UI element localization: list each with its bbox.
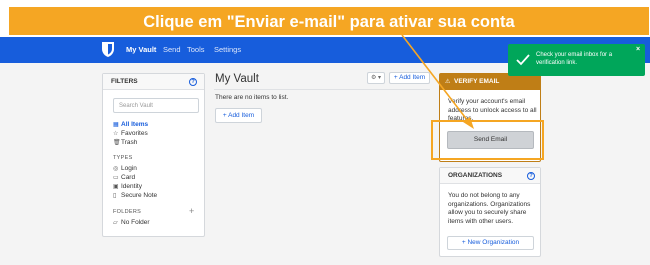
verify-email-title: VERIFY EMAIL xyxy=(454,78,500,85)
filter-trash[interactable]: 🗑Trash xyxy=(113,139,137,146)
gear-icon: ⚙ ▾ xyxy=(370,75,382,81)
filter-type-card[interactable]: ▭ Card xyxy=(113,174,135,181)
globe-icon: ◎ xyxy=(113,166,119,172)
search-vault-input[interactable]: Search Vault xyxy=(113,98,199,113)
filter-no-folder[interactable]: ▱ No Folder xyxy=(113,219,150,226)
trash-icon: 🗑 xyxy=(113,140,121,146)
page-title: My Vault xyxy=(215,73,259,85)
filter-type-identity[interactable]: ▣ Identity xyxy=(113,183,142,190)
new-organization-button[interactable]: + New Organization xyxy=(447,236,534,250)
filter-type-login[interactable]: ◎ Login xyxy=(113,165,137,172)
help-icon[interactable]: ? xyxy=(189,78,197,86)
star-icon: ☆ xyxy=(113,131,119,137)
add-item-button[interactable]: + Add Item xyxy=(215,108,262,123)
add-folder-icon[interactable]: + xyxy=(189,206,194,216)
organizations-title: ORGANIZATIONS xyxy=(448,172,503,179)
success-toast[interactable]: Check your email inbox for a verificatio… xyxy=(508,44,645,76)
types-heading: TYPES xyxy=(113,155,133,161)
filters-panel: FILTERS ? Search Vault ▦ All Items ☆ Favor… xyxy=(102,73,205,237)
checkmark-icon xyxy=(516,54,530,66)
organizations-text: You do not belong to any organizations. … xyxy=(448,192,531,225)
organizations-header: ORGANIZATIONS ? xyxy=(440,168,540,184)
empty-vault-message: There are no items to list. xyxy=(215,94,289,101)
nav-settings[interactable]: Settings xyxy=(214,45,241,54)
content-area xyxy=(0,63,650,265)
organizations-panel: ORGANIZATIONS ? You do not belong to any… xyxy=(439,167,541,257)
card-icon: ▭ xyxy=(113,175,119,181)
nav-send[interactable]: Send xyxy=(163,45,181,54)
folder-icon: ▱ xyxy=(113,220,118,226)
grid-icon: ▦ xyxy=(113,122,119,128)
close-icon[interactable]: × xyxy=(636,46,640,53)
toast-message: Check your email inbox for a verificatio… xyxy=(536,52,613,66)
help-icon[interactable]: ? xyxy=(527,172,535,180)
instruction-banner: Clique em "Enviar e-mail" para ativar su… xyxy=(9,7,649,35)
gear-dropdown-button[interactable]: ⚙ ▾ xyxy=(367,72,385,84)
divider xyxy=(214,89,430,90)
instruction-banner-text: Clique em "Enviar e-mail" para ativar su… xyxy=(143,13,515,31)
header-add-item-button[interactable]: + Add Item xyxy=(389,72,430,84)
bitwarden-shield-icon[interactable] xyxy=(101,41,115,58)
note-icon: ▯ xyxy=(113,193,117,199)
filter-favorites[interactable]: ☆ Favorites xyxy=(113,130,148,137)
warning-icon: ⚠ xyxy=(445,79,451,85)
verify-email-header: ⚠ VERIFY EMAIL xyxy=(440,74,540,90)
nav-my-vault[interactable]: My Vault xyxy=(126,45,156,54)
folders-heading: FOLDERS xyxy=(113,209,142,215)
filters-title: FILTERS xyxy=(111,78,138,85)
nav-tools[interactable]: Tools xyxy=(187,45,205,54)
send-email-highlight-box xyxy=(431,120,544,160)
filters-header: FILTERS ? xyxy=(103,74,204,90)
filter-type-secure-note[interactable]: ▯ Secure Note xyxy=(113,192,157,199)
filter-all-items[interactable]: ▦ All Items xyxy=(113,121,148,128)
id-icon: ▣ xyxy=(113,184,119,190)
